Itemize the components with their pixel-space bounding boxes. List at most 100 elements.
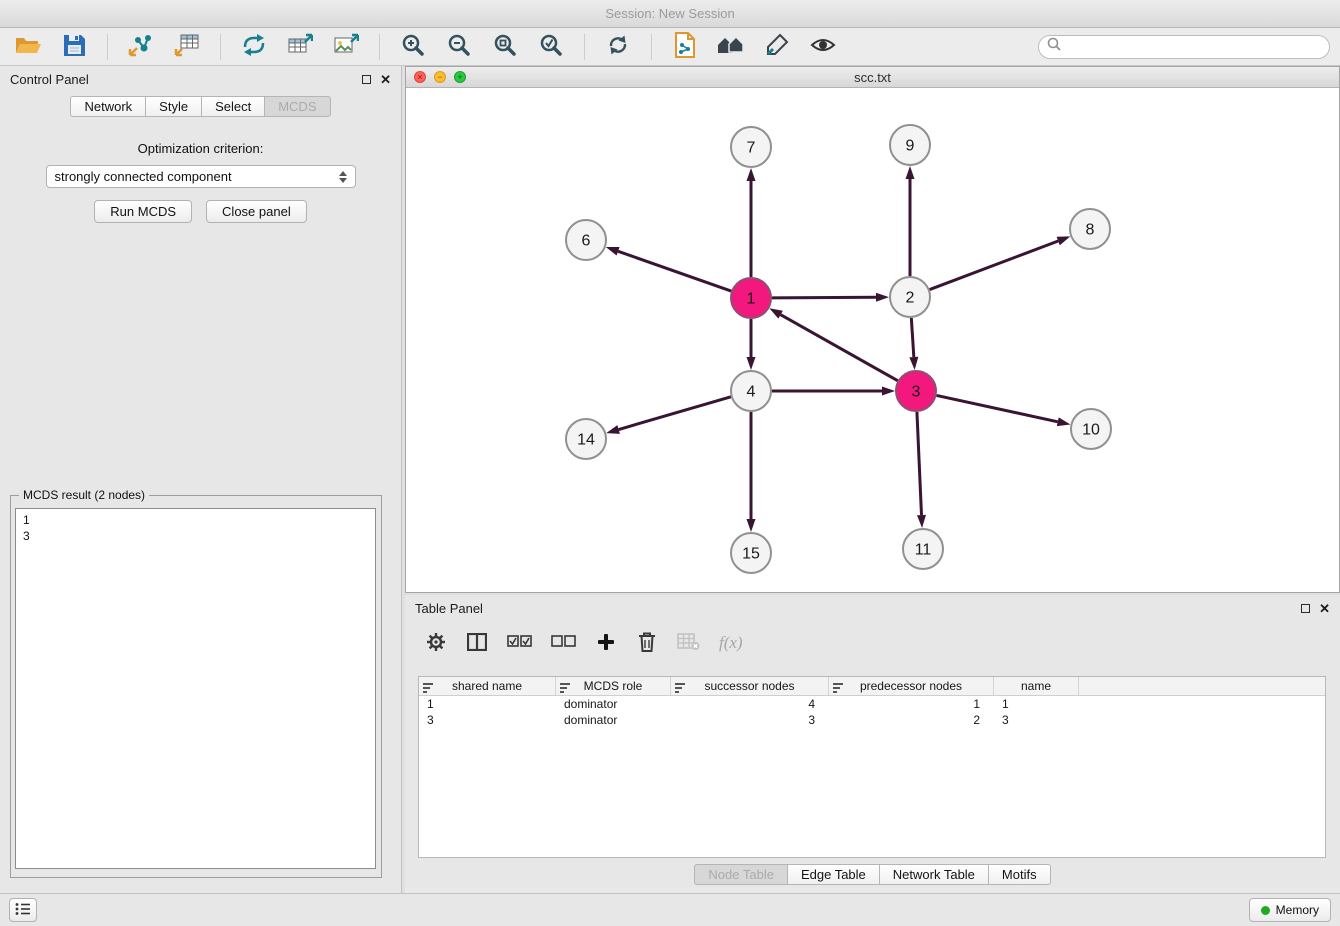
tab-mcds[interactable]: MCDS bbox=[265, 96, 330, 117]
tab-style[interactable]: Style bbox=[146, 96, 202, 117]
control-panel-header: Control Panel ✕ bbox=[0, 66, 401, 92]
minimize-window-icon[interactable]: − bbox=[434, 71, 446, 83]
network-node-3[interactable]: 3 bbox=[896, 371, 936, 411]
column-header-shared-name[interactable]: shared name bbox=[419, 677, 556, 695]
float-panel-icon[interactable] bbox=[362, 75, 371, 84]
export-table-button[interactable] bbox=[282, 31, 318, 63]
network-edge[interactable] bbox=[747, 412, 756, 532]
save-session-button[interactable] bbox=[56, 31, 92, 63]
network-edge[interactable] bbox=[747, 319, 756, 370]
network-edge[interactable] bbox=[606, 397, 731, 434]
network-node-14[interactable]: 14 bbox=[566, 419, 606, 459]
tab-network-table[interactable]: Network Table bbox=[880, 864, 989, 885]
network-edge[interactable] bbox=[930, 236, 1071, 289]
network-node-8[interactable]: 8 bbox=[1070, 209, 1110, 249]
network-edge[interactable] bbox=[917, 412, 926, 528]
edge-arrowhead-icon bbox=[882, 387, 895, 396]
memory-button[interactable]: Memory bbox=[1249, 898, 1331, 922]
open-session-button[interactable] bbox=[10, 31, 46, 63]
network-canvas[interactable]: 7 9 6 8 1 2 4 3 14 10 15 11 bbox=[406, 88, 1339, 592]
cell-shared-name[interactable]: 1 bbox=[419, 696, 556, 712]
network-edge[interactable] bbox=[909, 318, 918, 370]
network-node-10[interactable]: 10 bbox=[1071, 409, 1111, 449]
select-all-columns-button[interactable] bbox=[507, 635, 532, 651]
network-node-6[interactable]: 6 bbox=[566, 220, 606, 260]
cell-predecessor-nodes[interactable]: 2 bbox=[829, 712, 994, 728]
cell-name[interactable]: 3 bbox=[994, 712, 1079, 728]
criterion-dropdown[interactable]: strongly connected component bbox=[46, 165, 356, 188]
column-header-filler bbox=[1079, 677, 1325, 695]
node-label: 8 bbox=[1086, 222, 1095, 239]
cell-successor-nodes[interactable]: 3 bbox=[671, 712, 829, 728]
cell-mcds-role[interactable]: dominator bbox=[556, 696, 671, 712]
close-panel-icon[interactable]: ✕ bbox=[380, 75, 391, 84]
trash-icon bbox=[638, 632, 656, 655]
network-edge[interactable] bbox=[906, 166, 915, 276]
close-table-panel-icon[interactable]: ✕ bbox=[1319, 604, 1330, 613]
network-edge[interactable] bbox=[772, 387, 895, 396]
network-node-15[interactable]: 15 bbox=[731, 533, 771, 573]
window-titlebar[interactable]: Session: New Session bbox=[0, 0, 1340, 28]
function-builder-button[interactable]: f(x) bbox=[719, 633, 743, 653]
column-header-name[interactable]: name bbox=[994, 677, 1079, 695]
tab-edge-table[interactable]: Edge Table bbox=[788, 864, 880, 885]
import-table-button[interactable] bbox=[169, 31, 205, 63]
tab-node-table[interactable]: Node Table bbox=[694, 864, 788, 885]
show-column-button[interactable] bbox=[466, 633, 488, 654]
network-node-7[interactable]: 7 bbox=[731, 127, 771, 167]
network-edge[interactable] bbox=[747, 168, 756, 277]
mcds-result-groupbox: MCDS result (2 nodes) 1 3 bbox=[10, 495, 382, 878]
first-neighbors-button[interactable] bbox=[713, 31, 749, 63]
tab-network[interactable]: Network bbox=[70, 96, 146, 117]
cell-successor-nodes[interactable]: 4 bbox=[671, 696, 829, 712]
task-history-button[interactable] bbox=[9, 898, 37, 922]
column-header-predecessor-nodes[interactable]: predecessor nodes bbox=[829, 677, 994, 695]
network-edge[interactable] bbox=[937, 395, 1071, 426]
search-input[interactable] bbox=[1067, 39, 1321, 54]
zoom-selected-button[interactable] bbox=[533, 31, 569, 63]
delete-column-button[interactable] bbox=[636, 632, 658, 655]
chevron-up-down-icon bbox=[339, 171, 347, 183]
network-node-2[interactable]: 2 bbox=[890, 277, 930, 317]
zoom-fit-icon bbox=[493, 33, 517, 60]
open-network-document-button[interactable] bbox=[667, 31, 703, 63]
cell-shared-name[interactable]: 3 bbox=[419, 712, 556, 728]
network-node-1[interactable]: 1 bbox=[731, 278, 771, 318]
network-window-titlebar[interactable]: scc.txt × − + bbox=[406, 67, 1339, 88]
import-network-button[interactable] bbox=[123, 31, 159, 63]
show-hide-button[interactable] bbox=[805, 31, 841, 63]
export-image-button[interactable] bbox=[328, 31, 364, 63]
cell-predecessor-nodes[interactable]: 1 bbox=[829, 696, 994, 712]
style-brush-button[interactable] bbox=[759, 31, 795, 63]
create-column-button[interactable] bbox=[595, 633, 617, 654]
column-header-successor-nodes[interactable]: successor nodes bbox=[671, 677, 829, 695]
network-edge[interactable] bbox=[769, 308, 897, 380]
delete-table-button[interactable] bbox=[677, 633, 700, 654]
maximize-window-icon[interactable]: + bbox=[454, 71, 466, 83]
mcds-result-list[interactable]: 1 3 bbox=[15, 508, 376, 869]
network-node-11[interactable]: 11 bbox=[903, 529, 943, 569]
deselect-all-columns-button[interactable] bbox=[551, 635, 576, 651]
optimization-criterion-label: Optimization criterion: bbox=[0, 141, 401, 156]
network-edge[interactable] bbox=[772, 293, 889, 302]
network-node-4[interactable]: 4 bbox=[731, 371, 771, 411]
export-image-icon bbox=[333, 33, 359, 60]
tab-motifs[interactable]: Motifs bbox=[989, 864, 1051, 885]
zoom-fit-button[interactable] bbox=[487, 31, 523, 63]
new-network-button[interactable] bbox=[236, 31, 272, 63]
close-window-icon[interactable]: × bbox=[414, 71, 426, 83]
column-header-mcds-role[interactable]: MCDS role bbox=[556, 677, 671, 695]
run-mcds-button[interactable]: Run MCDS bbox=[94, 200, 192, 223]
refresh-layout-button[interactable] bbox=[600, 31, 636, 63]
zoom-in-button[interactable] bbox=[395, 31, 431, 63]
close-panel-button[interactable]: Close panel bbox=[206, 200, 307, 223]
cell-name[interactable]: 1 bbox=[994, 696, 1079, 712]
network-node-9[interactable]: 9 bbox=[890, 125, 930, 165]
network-edge[interactable] bbox=[606, 247, 731, 291]
tab-select[interactable]: Select bbox=[202, 96, 265, 117]
float-table-panel-icon[interactable] bbox=[1301, 604, 1310, 613]
zoom-out-button[interactable] bbox=[441, 31, 477, 63]
table-panel: Table Panel ✕ bbox=[405, 595, 1340, 888]
table-settings-button[interactable] bbox=[425, 632, 447, 655]
cell-mcds-role[interactable]: dominator bbox=[556, 712, 671, 728]
